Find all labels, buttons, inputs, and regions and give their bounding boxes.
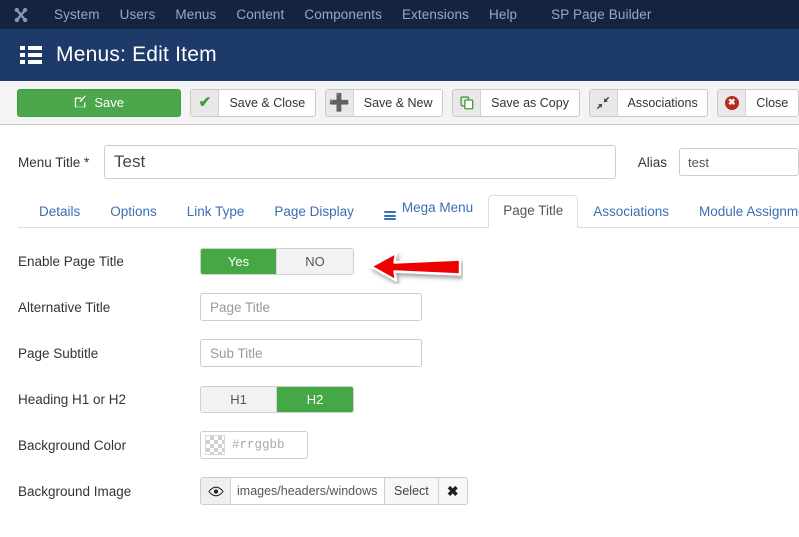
background-color-input[interactable]: #rrggbb (200, 431, 308, 459)
save-button[interactable]: Save (17, 88, 182, 117)
tab-details-label: Details (39, 204, 81, 219)
list-icon (20, 46, 42, 64)
copy-icon (453, 89, 482, 116)
top-navigation-bar: System Users Menus Content Components Ex… (0, 0, 799, 29)
close-label: Close (756, 95, 789, 110)
save-and-close-button[interactable]: ✔ Save & Close (190, 88, 316, 117)
tab-module-assignment[interactable]: Module Assignment (684, 196, 799, 228)
field-alternative-title: Alternative Title (0, 284, 799, 330)
menu-title-label: Menu Title * (18, 154, 90, 170)
tab-link-type[interactable]: Link Type (172, 196, 260, 228)
plus-icon: ➕ (325, 89, 354, 116)
check-icon: ✔ (191, 89, 220, 116)
tab-options-label: Options (110, 204, 157, 219)
save-and-new-label: Save & New (363, 95, 433, 110)
tab-page-display-label: Page Display (274, 204, 354, 219)
menu-title-row: Menu Title * Alias (0, 125, 799, 179)
tab-mega-menu-label: Mega Menu (401, 200, 474, 215)
nav-item-extensions[interactable]: Extensions (392, 0, 479, 29)
associations-label: Associations (627, 95, 698, 110)
save-and-close-label: Save & Close (229, 95, 306, 110)
associations-button[interactable]: Associations (588, 88, 709, 117)
tab-mega-menu[interactable]: Mega Menu (369, 192, 488, 228)
enable-page-title-toggle[interactable]: Yes NO (200, 247, 354, 275)
background-image-label: Background Image (18, 483, 132, 499)
nav-item-users[interactable]: Users (110, 0, 166, 29)
edit-square-icon (74, 94, 87, 111)
save-as-copy-button[interactable]: Save as Copy (452, 88, 580, 117)
toolbar: Save ✔ Save & Close ➕ Save & New Save as… (0, 81, 799, 125)
save-and-new-button[interactable]: ➕ Save & New (324, 88, 444, 117)
heading-level-h1[interactable]: H1 (201, 386, 277, 412)
page-subtitle-input[interactable] (200, 339, 422, 367)
tab-page-display[interactable]: Page Display (259, 196, 369, 228)
nav-item-components[interactable]: Components (294, 0, 392, 29)
background-color-label: Background Color (18, 437, 127, 453)
heading-level-h2[interactable]: H2 (277, 386, 353, 412)
eye-icon[interactable] (201, 478, 231, 504)
hamburger-icon (383, 211, 396, 220)
nav-item-help[interactable]: Help (479, 0, 527, 29)
page-subtitle-label: Page Subtitle (18, 345, 99, 361)
field-heading-level: Heading H1 or H2 H1 H2 (0, 376, 799, 422)
tab-link-type-label: Link Type (186, 204, 245, 219)
enable-page-title-label: Enable Page Title (18, 253, 124, 269)
background-image-group: Select ✖ (200, 477, 468, 505)
joomla-logo-icon[interactable] (10, 4, 32, 26)
tab-module-assignment-label: Module Assignment (699, 204, 799, 219)
close-button[interactable]: ✖ Close (717, 88, 799, 117)
save-as-copy-label: Save as Copy (491, 95, 569, 110)
alternative-title-label: Alternative Title (18, 299, 111, 315)
close-circle-icon: ✖ (718, 89, 747, 116)
background-image-select-button[interactable]: Select (385, 478, 439, 504)
field-page-subtitle: Page Subtitle (0, 330, 799, 376)
arrows-collapse-icon (589, 89, 618, 116)
transparent-checker-swatch-icon[interactable] (205, 435, 225, 455)
page-title: Menus: Edit Item (56, 43, 217, 66)
field-enable-page-title: Enable Page Title Yes NO (0, 238, 799, 284)
heading-level-label: Heading H1 or H2 (18, 391, 127, 407)
tab-page-title[interactable]: Page Title (488, 195, 579, 228)
nav-item-system[interactable]: System (44, 0, 110, 29)
tab-associations-label: Associations (593, 204, 670, 219)
tab-details[interactable]: Details (24, 196, 95, 228)
field-background-image: Background Image Select ✖ (0, 468, 799, 514)
tab-page-title-label: Page Title (503, 203, 564, 218)
alias-input[interactable] (679, 148, 799, 176)
edit-form: Menu Title * Alias Details Options Link … (0, 125, 799, 514)
background-image-path-input[interactable] (231, 478, 385, 504)
background-color-placeholder: #rrggbb (232, 438, 285, 452)
tab-bar: Details Options Link Type Page Display M… (18, 195, 799, 228)
tab-options[interactable]: Options (95, 196, 172, 228)
save-button-label: Save (94, 95, 125, 110)
enable-page-title-no[interactable]: NO (277, 248, 353, 274)
x-clear-icon[interactable]: ✖ (438, 478, 467, 504)
alias-label: Alias (637, 154, 667, 170)
enable-page-title-yes[interactable]: Yes (201, 248, 277, 274)
nav-item-content[interactable]: Content (226, 0, 294, 29)
heading-level-toggle[interactable]: H1 H2 (200, 385, 354, 413)
nav-item-menus[interactable]: Menus (165, 0, 226, 29)
menu-title-input[interactable] (104, 145, 616, 179)
tab-associations[interactable]: Associations (578, 196, 684, 228)
nav-item-sp-page-builder[interactable]: SP Page Builder (541, 0, 661, 29)
field-background-color: Background Color #rrggbb (0, 422, 799, 468)
page-header-bar: Menus: Edit Item (0, 29, 799, 81)
alternative-title-input[interactable] (200, 293, 422, 321)
